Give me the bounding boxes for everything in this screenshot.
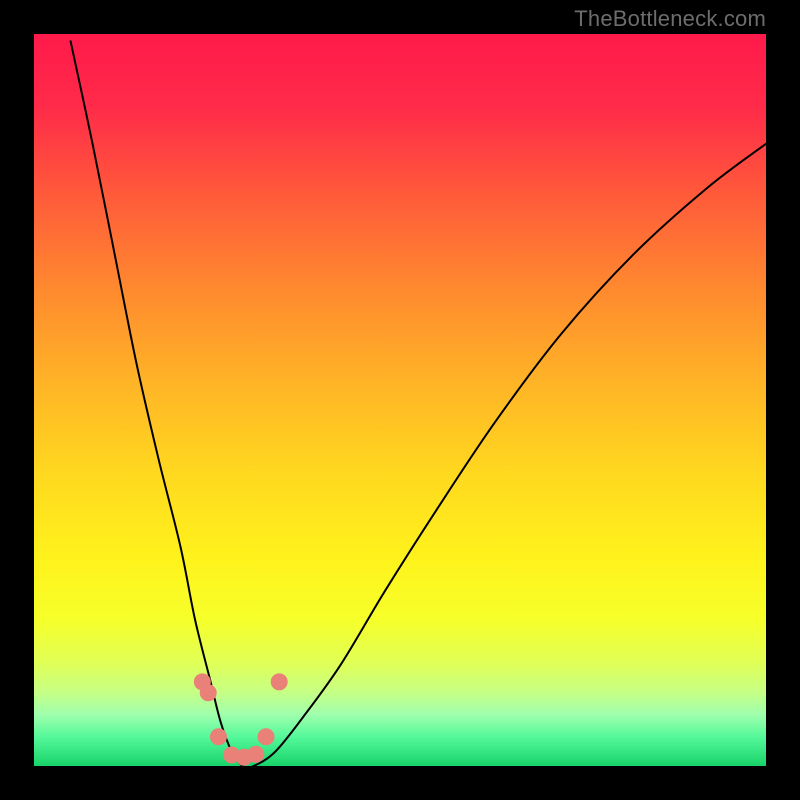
- chart-stage: TheBottleneck.com: [0, 0, 800, 800]
- plot-area: [34, 34, 766, 766]
- curve-marker: [200, 685, 216, 701]
- marker-group: [194, 674, 287, 765]
- curve-marker: [248, 746, 264, 762]
- curve-marker: [210, 729, 226, 745]
- watermark-text: TheBottleneck.com: [574, 6, 766, 32]
- curve-marker: [258, 729, 274, 745]
- curve-marker: [271, 674, 287, 690]
- bottleneck-curve: [34, 34, 766, 766]
